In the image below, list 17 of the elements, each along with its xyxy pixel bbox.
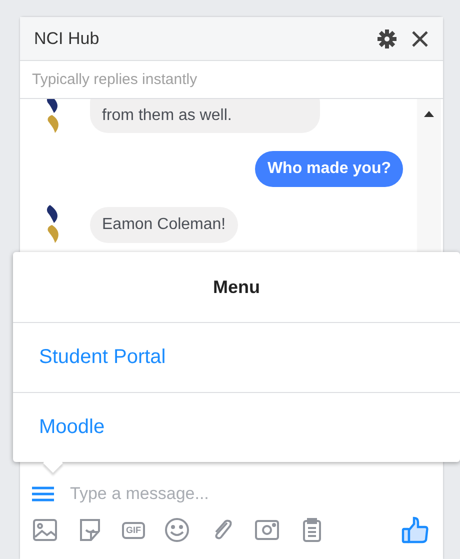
thumbs-up-icon[interactable] — [401, 516, 429, 544]
menu-item[interactable]: Moodle — [13, 393, 460, 462]
camera-icon[interactable] — [254, 517, 280, 543]
message-bubble: Eamon Coleman! — [90, 207, 238, 243]
menu-icon[interactable] — [32, 486, 54, 502]
gif-button[interactable]: GIF — [122, 522, 145, 538]
emoji-icon[interactable] — [164, 517, 190, 543]
image-icon[interactable] — [32, 517, 58, 543]
menu-title: Menu — [13, 252, 460, 323]
settings-icon[interactable] — [377, 28, 397, 48]
close-icon[interactable] — [411, 30, 429, 48]
message-bubble: from them as well. — [90, 99, 320, 133]
sticker-icon[interactable] — [77, 517, 103, 543]
scroll-up-icon[interactable] — [424, 111, 434, 117]
menu-item[interactable]: Student Portal — [13, 323, 460, 393]
message-bubble: Who made you? — [255, 151, 403, 187]
window-title: NCI Hub — [34, 28, 100, 48]
